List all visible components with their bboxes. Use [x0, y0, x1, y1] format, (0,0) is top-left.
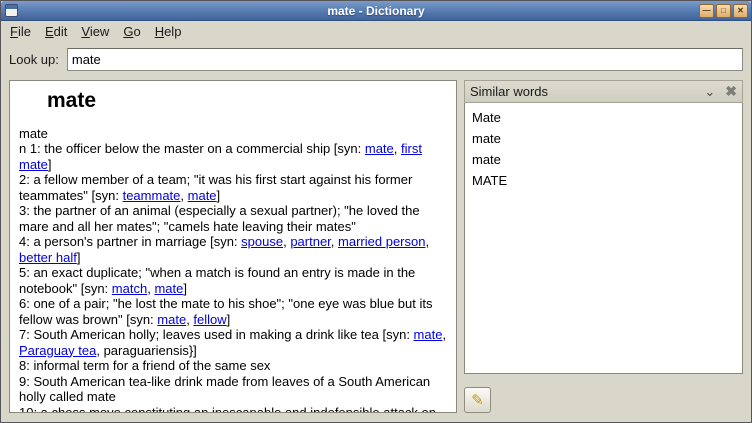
window-title: mate - Dictionary	[1, 4, 751, 18]
menubar: FileEditViewGoHelp	[1, 21, 751, 42]
main-area: mate maten 1: the officer below the mast…	[1, 78, 751, 422]
menu-item[interactable]: Help	[148, 22, 189, 42]
menu-item[interactable]: View	[74, 22, 116, 42]
lookup-input[interactable]	[67, 48, 743, 71]
definition-link[interactable]: mate	[365, 141, 394, 156]
definition-link[interactable]: match	[112, 281, 147, 296]
similar-words-header: Similar words ⌄ ✖	[464, 80, 743, 103]
similar-word-item[interactable]: mate	[465, 128, 742, 149]
definition-link[interactable]: teammate	[123, 188, 181, 203]
definition-link[interactable]: mate	[414, 327, 443, 342]
definition-link[interactable]: Paraguay tea	[19, 343, 96, 358]
definition-link[interactable]: mate	[157, 312, 186, 327]
similar-word-item[interactable]: Mate	[465, 107, 742, 128]
titlebar[interactable]: mate - Dictionary — □ ✕	[1, 1, 751, 21]
similar-word-item[interactable]: mate	[465, 149, 742, 170]
definition-link[interactable]: mate	[154, 281, 183, 296]
definition-link[interactable]: spouse	[241, 234, 283, 249]
menu-item[interactable]: Edit	[38, 22, 74, 42]
minimize-button[interactable]: —	[699, 4, 714, 18]
menu-item[interactable]: Go	[116, 22, 147, 42]
headword: mate	[47, 93, 447, 109]
definition-link[interactable]: married person	[338, 234, 425, 249]
similar-words-title: Similar words	[470, 84, 548, 99]
definition-link[interactable]: partner	[290, 234, 330, 249]
definition-pane[interactable]: mate maten 1: the officer below the mast…	[9, 80, 457, 413]
definition-link[interactable]: better half	[19, 250, 77, 265]
similar-words-panel: Similar words ⌄ ✖ MatematemateMATE ✎	[464, 80, 743, 413]
dictionary-window: mate - Dictionary — □ ✕ FileEditViewGoHe…	[0, 0, 752, 423]
close-panel-icon[interactable]: ✖	[725, 83, 737, 100]
lookup-label: Look up:	[9, 52, 59, 67]
definition-body: maten 1: the officer below the master on…	[19, 126, 447, 414]
app-window-icon	[5, 4, 18, 17]
window-controls: — □ ✕	[699, 4, 748, 18]
pencil-icon: ✎	[471, 393, 484, 408]
lookup-row: Look up:	[1, 42, 751, 78]
similar-words-footer: ✎	[464, 374, 743, 413]
definition-link[interactable]: mate	[188, 188, 217, 203]
similar-words-list: MatematemateMATE	[464, 103, 743, 374]
definition-link[interactable]: first mate	[19, 141, 422, 172]
maximize-button[interactable]: □	[716, 4, 731, 18]
menu-item[interactable]: File	[3, 22, 38, 42]
close-button[interactable]: ✕	[733, 4, 748, 18]
chevron-down-icon[interactable]: ⌄	[704, 87, 715, 97]
definition-link[interactable]: fellow	[193, 312, 226, 327]
similar-word-item[interactable]: MATE	[465, 170, 742, 191]
edit-button[interactable]: ✎	[464, 387, 491, 413]
